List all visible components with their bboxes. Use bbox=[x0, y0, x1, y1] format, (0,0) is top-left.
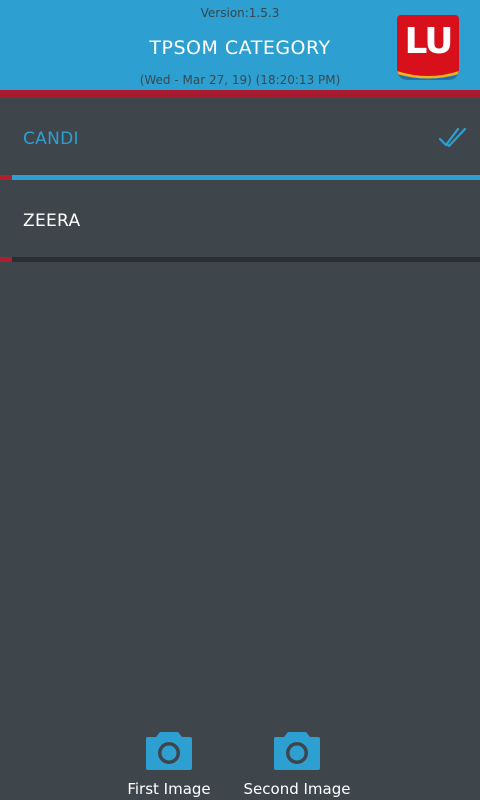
row-divider bbox=[12, 257, 480, 262]
second-image-label: Second Image bbox=[243, 780, 351, 798]
double-check-icon bbox=[439, 127, 467, 148]
logo-swoosh-icon bbox=[397, 71, 459, 79]
first-image-label: First Image bbox=[127, 780, 211, 798]
logo-text: LU bbox=[404, 21, 454, 62]
category-label: ZEERA bbox=[23, 211, 81, 231]
category-item-candi[interactable]: CANDI bbox=[0, 98, 480, 180]
category-item-zeera[interactable]: ZEERA bbox=[0, 180, 480, 262]
camera-icon bbox=[146, 732, 192, 770]
camera-icon bbox=[274, 732, 320, 770]
header-divider bbox=[0, 90, 480, 98]
second-image-button[interactable]: Second Image bbox=[236, 728, 358, 798]
lu-logo: LU bbox=[397, 15, 459, 79]
category-label: CANDI bbox=[23, 129, 79, 149]
row-divider-accent bbox=[0, 257, 12, 262]
app-header: Version:1.5.3 TPSOM CATEGORY (Wed - Mar … bbox=[0, 0, 480, 90]
first-image-button[interactable]: First Image bbox=[118, 728, 220, 798]
